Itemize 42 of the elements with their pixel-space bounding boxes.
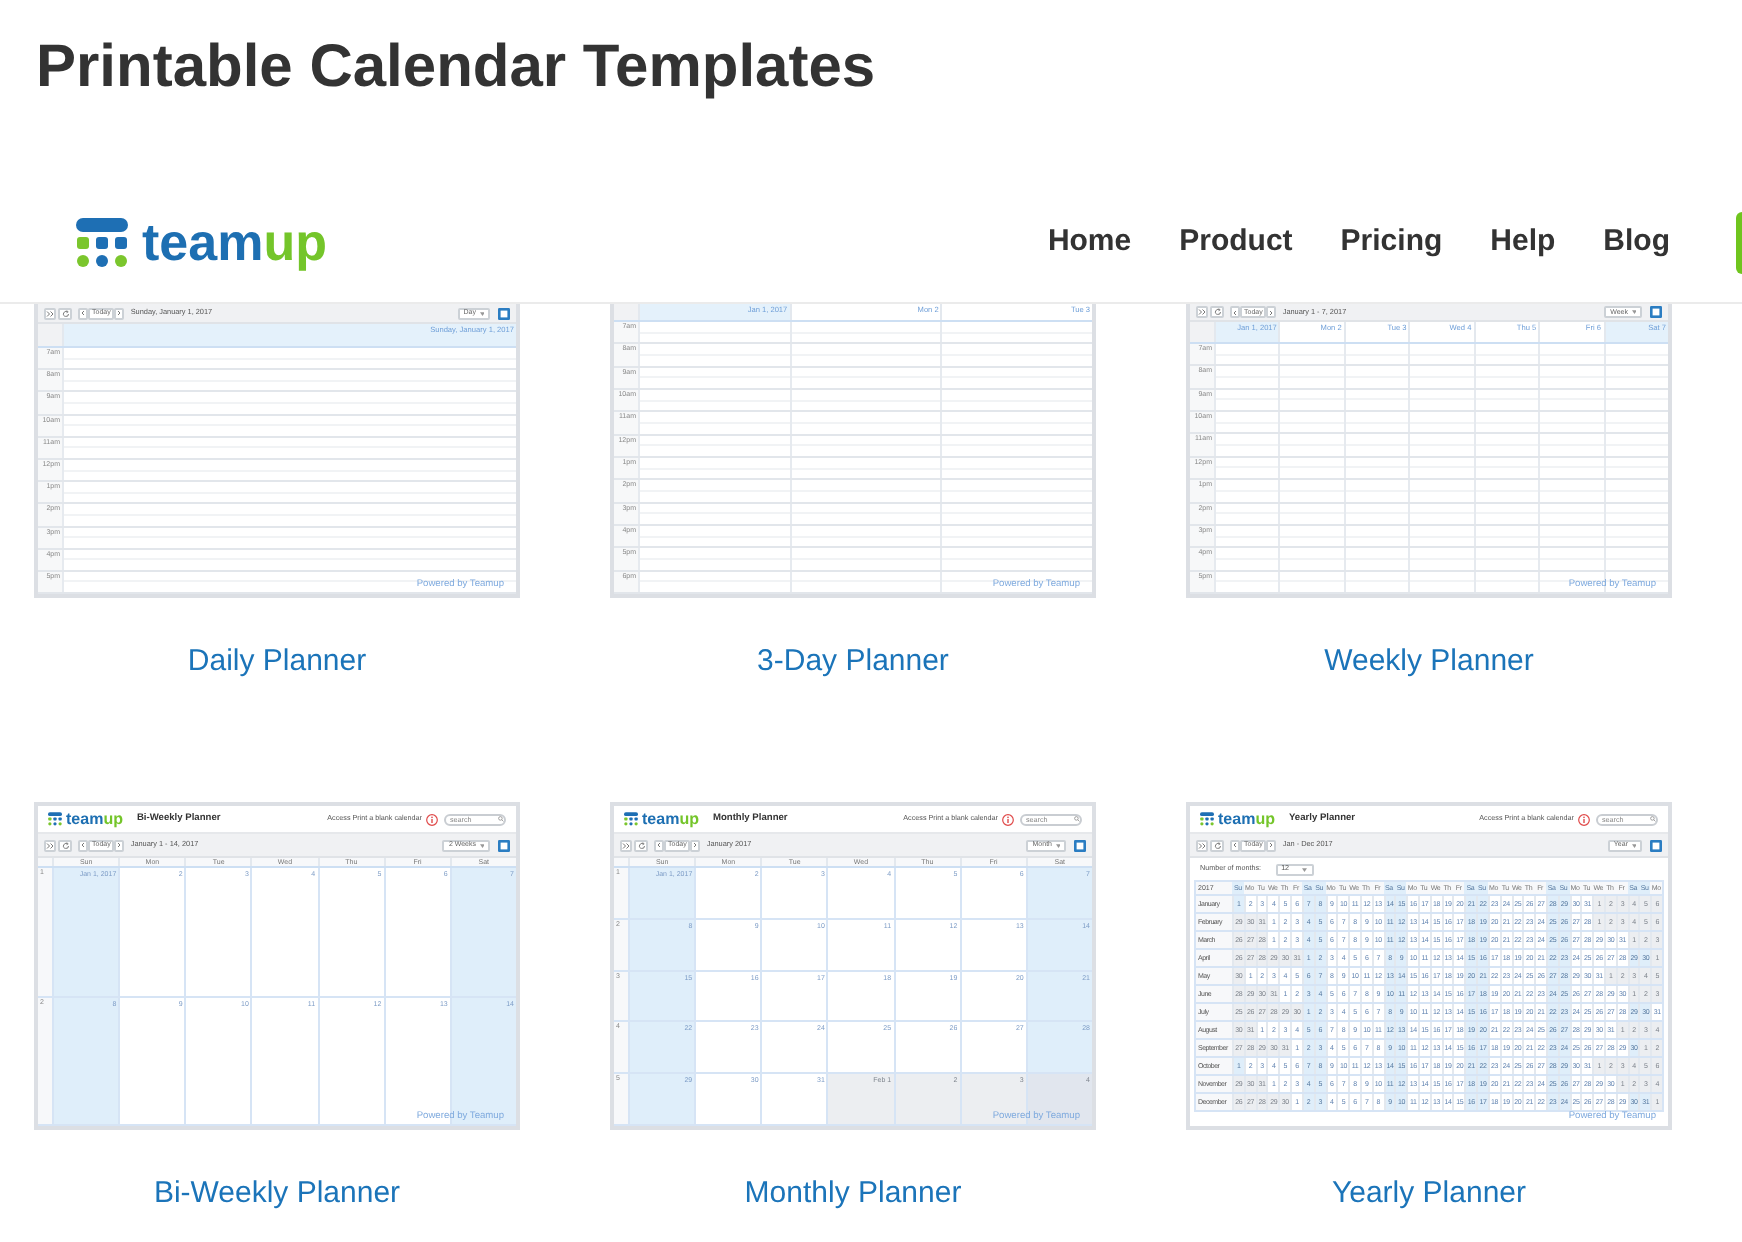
template-link[interactable]: Monthly Planner — [744, 1176, 962, 1210]
template-link[interactable]: Weekly Planner — [1324, 644, 1534, 678]
caret-icon — [1055, 843, 1060, 847]
nav-link[interactable]: Help — [1490, 222, 1556, 262]
logo-icon — [48, 812, 62, 826]
nav-link[interactable]: Pricing — [1340, 222, 1443, 262]
header-corner — [1190, 322, 1214, 342]
header-corner — [38, 324, 62, 346]
info-icon — [426, 813, 438, 825]
logo-icon — [624, 812, 638, 826]
panel-icon — [1074, 839, 1086, 851]
logo-icon[interactable] — [76, 217, 128, 267]
nav-link[interactable]: Home — [1047, 222, 1132, 262]
caret-icon — [479, 843, 484, 847]
caret-icon — [1631, 310, 1636, 314]
panel-icon — [498, 307, 510, 319]
search-icon — [497, 816, 503, 822]
template-preview[interactable] — [610, 802, 1096, 1130]
logo-text[interactable]: teamup — [142, 212, 327, 272]
template-link[interactable]: 3-Day Planner — [757, 644, 949, 678]
template-preview[interactable] — [1186, 802, 1672, 1130]
panel-icon — [1650, 306, 1662, 318]
logo-text: teamup — [66, 809, 123, 829]
search-icon — [1649, 816, 1655, 822]
caret-icon — [1631, 843, 1636, 847]
cut-off-button[interactable] — [1736, 211, 1742, 273]
logo-text: teamup — [1218, 809, 1275, 829]
caret-icon — [479, 311, 484, 315]
info-icon — [1578, 813, 1590, 825]
info-icon — [1002, 813, 1014, 825]
template-link[interactable]: Yearly Planner — [1331, 1176, 1526, 1210]
logo-text: teamup — [642, 809, 699, 829]
template-link[interactable]: Bi-Weekly Planner — [153, 1176, 401, 1210]
template-link[interactable]: Daily Planner — [187, 644, 367, 678]
caret-icon — [1302, 867, 1308, 871]
nav-link[interactable]: Product — [1179, 222, 1293, 262]
logo-icon — [1200, 812, 1214, 826]
panel-icon — [498, 839, 510, 851]
panel-icon — [1650, 839, 1662, 851]
search-icon — [1073, 816, 1079, 822]
page-title: Printable Calendar Templates — [36, 32, 876, 104]
nav-link[interactable]: Blog — [1603, 222, 1670, 262]
